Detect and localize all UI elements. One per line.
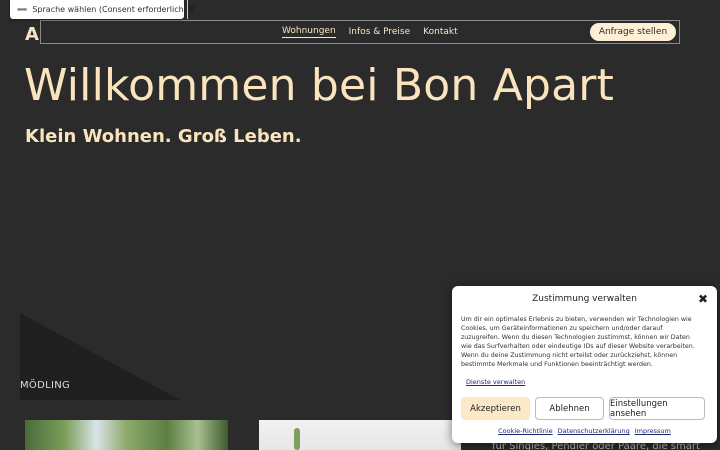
imprint-link[interactable]: Impressum xyxy=(635,427,671,435)
consent-title: Zustimmung verwalten xyxy=(532,294,637,304)
plant-decoration xyxy=(294,428,300,450)
consent-footer-links: Cookie-Richtlinie Datenschutzerklärung I… xyxy=(452,427,717,435)
chevron-down-icon[interactable]: ▼ xyxy=(186,0,195,19)
apartment-image-garden[interactable] xyxy=(25,420,228,450)
flag-icon: ▬▬ xyxy=(17,6,27,13)
privacy-policy-link[interactable]: Datenschutzerklärung xyxy=(558,427,630,435)
accept-button[interactable]: Akzeptieren xyxy=(461,397,530,420)
request-button[interactable]: Anfrage stellen xyxy=(590,23,676,41)
hero-subtitle: Klein Wohnen. Groß Leben. xyxy=(25,126,302,147)
nav-link-kontakt[interactable]: Kontakt xyxy=(423,27,457,37)
language-selector-label: Sprache wählen (Consent erforderlich) xyxy=(32,5,187,14)
site-logo[interactable]: Ap xyxy=(25,24,41,45)
close-icon[interactable]: ✖ xyxy=(698,292,708,306)
hero-title: Willkommen bei Bon Apart xyxy=(24,60,615,111)
apartment-image-interior[interactable] xyxy=(259,420,461,450)
main-navigation: Wohnungen Infos & Preise Kontakt Anfrage… xyxy=(40,20,680,44)
consent-description: Um dir ein optimales Erlebnis zu bieten,… xyxy=(461,316,695,368)
cookie-policy-link[interactable]: Cookie-Richtlinie xyxy=(498,427,553,435)
nav-links: Wohnungen Infos & Preise Kontakt xyxy=(282,21,458,43)
language-selector[interactable]: ▬▬ Sprache wählen (Consent erforderlich)… xyxy=(10,0,195,19)
cookie-consent-dialog: Zustimmung verwalten ✖ Um dir ein optima… xyxy=(452,286,717,443)
nav-link-infos-preise[interactable]: Infos & Preise xyxy=(349,27,411,37)
nav-link-wohnungen[interactable]: Wohnungen xyxy=(282,26,336,38)
manage-services-link[interactable]: Dienste verwalten xyxy=(466,378,525,386)
location-label: MÖDLING xyxy=(20,380,71,391)
view-settings-button[interactable]: Einstellungen ansehen xyxy=(609,397,705,420)
deny-button[interactable]: Ablehnen xyxy=(535,397,604,420)
